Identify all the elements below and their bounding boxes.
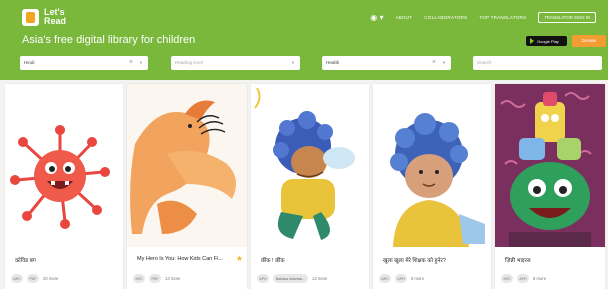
language-chip: Bahasa Indonesi... [273,274,308,283]
book-title[interactable]: My Hero Is You: How Kids Can Fi... [137,256,223,262]
language-select[interactable]: Hindi × ▼ [20,56,148,70]
search-placeholder: Search [477,60,492,65]
format-chip: APH [257,274,269,283]
donate-button[interactable]: Donate [572,35,606,47]
language-value: Hindi [24,60,35,65]
book-title[interactable]: छींक ! छींक [261,256,285,264]
google-play-label: Google Play [537,38,559,44]
book-meta: ARC APH 8 more [501,274,546,283]
logo-text: Let's Read [44,7,67,26]
book-title[interactable]: कोविड बग [15,256,36,264]
book-meta: APH Bahasa Indonesi... 13 more [257,274,327,283]
book-card[interactable]: छींक ! छींक APH Bahasa Indonesi... 13 mo… [251,84,369,289]
format-chip: APH [517,274,529,283]
more-languages[interactable]: 13 more [312,276,327,281]
format-chip: ARC [501,274,513,283]
book-card[interactable]: My Hero Is You: How Kids Can Fi... ★ ARC… [127,84,247,289]
format-chip: PDF [149,274,161,283]
monster-cover-illustration [495,84,605,247]
book-title[interactable]: ज़िन्नी भाइरस [505,256,531,264]
format-chip: ARC [379,274,391,283]
more-languages[interactable]: 13 more [165,276,180,281]
format-chip: ARC [133,274,145,283]
format-chip: ARC [11,274,23,283]
featured-star-icon: ★ [235,254,243,263]
book-card[interactable]: ज़िन्नी भाइरस ARC APH 8 more [495,84,605,289]
book-meta: ARC APH 6 more [379,274,424,283]
chevron-down-icon: ▼ [291,60,295,65]
filter-bar: Hindi × ▼ Reading level ▼ Health × ▼ Sea… [0,54,608,80]
book-title[interactable]: खुला खुला मेरे शिक्षक को हुनेर? [383,256,446,264]
sneeze-cover-illustration [251,84,369,247]
book-logo-icon [22,8,39,26]
globe-icon[interactable]: ◉ ▾ [370,13,383,22]
clear-category-icon[interactable]: × [432,56,436,70]
more-languages[interactable]: 6 more [411,276,424,281]
nav-top-translators[interactable]: TOP TRANSLATORS [479,15,526,20]
category-select[interactable]: Health × ▼ [322,56,451,70]
more-languages[interactable]: 20 more [43,276,58,281]
book-grid: कोविड बग ARC PDF 20 more My Hero Is You:… [0,84,608,289]
dragon-cover-illustration [127,84,247,247]
more-languages[interactable]: 8 more [533,276,546,281]
translator-signin-button[interactable]: TRANSLATOR SIGN IN [538,12,596,23]
page-tagline: Asia's free digital library for children [22,34,196,46]
book-meta: ARC PDF 20 more [11,274,58,283]
search-input[interactable]: Search [473,56,602,70]
chevron-down-icon: ▼ [139,60,143,65]
book-card[interactable]: कोविड बग ARC PDF 20 more [5,84,123,289]
virus-cover-illustration [5,84,123,247]
boy-cover-illustration [373,84,491,247]
main-nav: ◉ ▾ ABOUT COLLABORATORS TOP TRANSLATORS … [370,12,596,23]
category-value: Health [326,60,340,65]
lets-read-logo[interactable]: Let's Read [22,6,72,28]
book-card[interactable]: खुला खुला मेरे शिक्षक को हुनेर? ARC APH … [373,84,491,289]
top-header: Let's Read ◉ ▾ ABOUT COLLABORATORS TOP T… [0,0,608,54]
nav-about[interactable]: ABOUT [395,15,412,20]
chevron-down-icon: ▼ [442,60,446,65]
clear-language-icon[interactable]: × [129,56,133,70]
reading-level-select[interactable]: Reading level ▼ [171,56,300,70]
reading-level-placeholder: Reading level [175,60,203,65]
nav-collaborators[interactable]: COLLABORATORS [424,15,467,20]
book-meta: ARC PDF 13 more [133,274,180,283]
google-play-button[interactable]: Google Play [526,36,567,46]
format-chip: APH [395,274,407,283]
format-chip: PDF [27,274,39,283]
play-store-icon [530,38,534,44]
